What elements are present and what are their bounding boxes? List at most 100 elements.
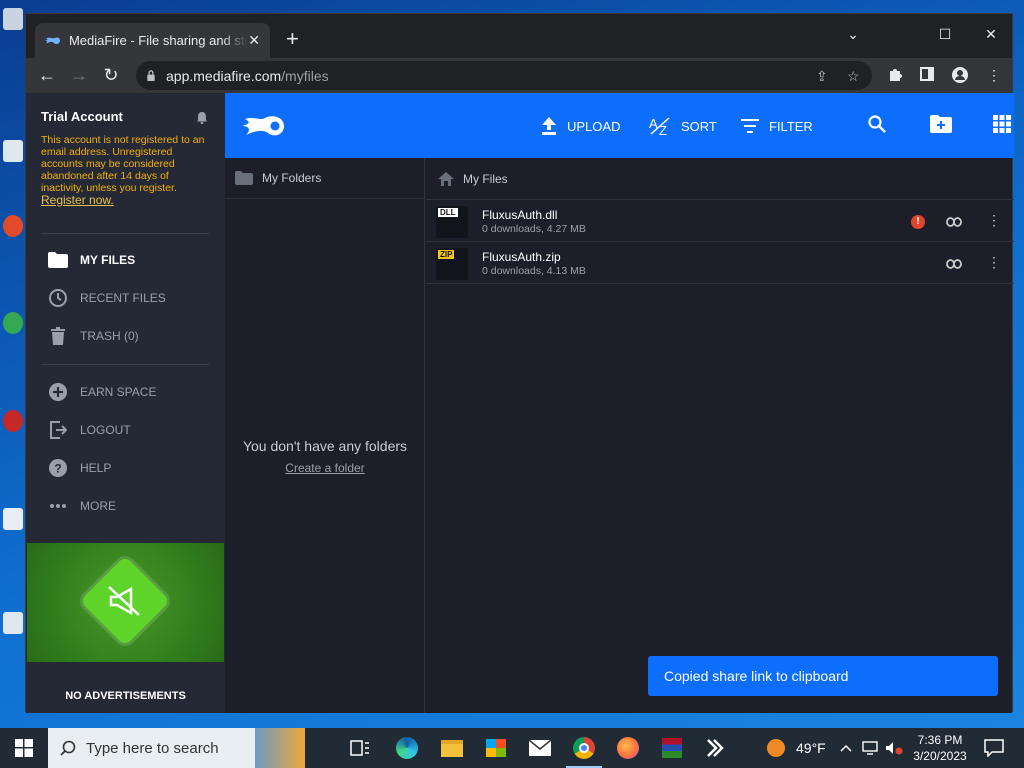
browser-tab[interactable]: MediaFire - File sharing and storage ✕ bbox=[35, 23, 270, 58]
sidebar-item-more[interactable]: MORE bbox=[48, 494, 116, 518]
filter-button[interactable]: FILTER bbox=[741, 116, 813, 136]
sidebar-item-label: RECENT FILES bbox=[80, 291, 166, 305]
no-ads-promo-banner[interactable] bbox=[27, 543, 224, 662]
clock-time: 7:36 PM bbox=[917, 733, 963, 747]
side-panel-icon[interactable] bbox=[920, 67, 934, 84]
profile-icon[interactable] bbox=[952, 67, 968, 86]
desktop-icon-app[interactable] bbox=[2, 215, 24, 255]
mail-icon[interactable] bbox=[528, 736, 552, 760]
sidebar-item-recent-files[interactable]: RECENT FILES bbox=[48, 286, 166, 310]
new-tab-button[interactable]: + bbox=[286, 28, 299, 50]
sidebar-item-label: EARN SPACE bbox=[80, 385, 157, 399]
upload-button[interactable]: UPLOAD bbox=[541, 116, 620, 136]
firefox-icon[interactable] bbox=[616, 736, 640, 760]
no-ads-label: NO ADVERTISEMENTS bbox=[65, 690, 186, 702]
tab-close-icon[interactable]: ✕ bbox=[248, 32, 260, 49]
weather-temperature[interactable]: 49°F bbox=[796, 740, 826, 756]
divider bbox=[41, 364, 209, 365]
file-name[interactable]: FluxusAuth.zip bbox=[482, 250, 561, 264]
desktop-icon-recycle-bin[interactable] bbox=[2, 8, 24, 48]
app-icon[interactable] bbox=[703, 736, 727, 760]
grid-view-icon[interactable] bbox=[993, 115, 1011, 138]
edge-icon[interactable] bbox=[395, 736, 419, 760]
file-meta: 0 downloads, 4.27 MB bbox=[482, 223, 586, 235]
sidebar-item-logout[interactable]: LOGOUT bbox=[48, 418, 131, 442]
alert-icon[interactable]: ! bbox=[911, 215, 925, 229]
browser-window: MediaFire - File sharing and storage ✕ +… bbox=[25, 13, 1014, 713]
file-more-icon[interactable]: ⋮ bbox=[987, 255, 1001, 269]
sidebar-item-label: TRASH (0) bbox=[80, 329, 139, 343]
store-icon[interactable] bbox=[484, 736, 508, 760]
megaphone-icon bbox=[108, 586, 140, 616]
sidebar: Trial Account This account is not regist… bbox=[26, 93, 225, 713]
sort-button[interactable]: AZ SORT bbox=[649, 116, 717, 136]
share-link-icon[interactable] bbox=[946, 214, 962, 232]
close-window-button[interactable]: ✕ bbox=[968, 20, 1014, 48]
new-folder-icon[interactable] bbox=[930, 115, 952, 138]
restore-button[interactable]: ☐ bbox=[922, 20, 968, 48]
file-more-icon[interactable]: ⋮ bbox=[987, 213, 1001, 227]
share-link-icon[interactable] bbox=[946, 256, 962, 274]
sidebar-item-earn-space[interactable]: EARN SPACE bbox=[48, 380, 156, 404]
files-panel: My Files DLL FluxusAuth.dll 0 downloads,… bbox=[426, 158, 1014, 713]
forward-button[interactable]: → bbox=[63, 65, 95, 86]
upload-icon bbox=[541, 117, 557, 135]
plus-circle-icon bbox=[48, 382, 68, 402]
weather-icon[interactable] bbox=[764, 736, 788, 760]
account-title: Trial Account bbox=[41, 109, 123, 124]
file-row[interactable]: ZIP FluxusAuth.zip 0 downloads, 4.13 MB … bbox=[426, 242, 1014, 284]
lock-icon bbox=[147, 70, 155, 81]
folder-icon bbox=[48, 250, 68, 270]
volume-muted-icon[interactable] bbox=[884, 736, 904, 760]
reload-button[interactable]: ↻ bbox=[95, 65, 127, 86]
file-type-tag: DLL bbox=[438, 208, 458, 217]
chrome-menu-icon[interactable]: ⋮ bbox=[987, 67, 1001, 84]
chrome-icon[interactable] bbox=[566, 736, 602, 768]
folders-panel: My Folders You don't have any folders Cr… bbox=[225, 158, 425, 713]
sidebar-item-my-files[interactable]: MY FILES bbox=[48, 248, 135, 272]
sidebar-item-label: HELP bbox=[80, 461, 112, 475]
desktop-icon-app[interactable] bbox=[2, 410, 24, 450]
clock-date: 3/20/2023 bbox=[913, 749, 967, 763]
task-view-icon[interactable] bbox=[348, 736, 372, 760]
more-icon bbox=[48, 496, 68, 516]
home-icon[interactable] bbox=[438, 171, 454, 186]
search-highlight-image bbox=[255, 728, 305, 768]
desktop-icon-app[interactable] bbox=[2, 612, 24, 652]
register-link[interactable]: Register now. bbox=[41, 193, 114, 207]
winrar-icon[interactable] bbox=[660, 736, 684, 760]
file-type-tag: ZIP bbox=[438, 250, 455, 259]
sidebar-item-help[interactable]: ? HELP bbox=[48, 456, 111, 480]
desktop-icon-app[interactable] bbox=[2, 140, 24, 180]
file-explorer-icon[interactable] bbox=[440, 736, 464, 760]
desktop-icon-notepad[interactable] bbox=[2, 508, 24, 548]
network-icon[interactable] bbox=[861, 736, 879, 760]
unregistered-warning: This account is not registered to an ema… bbox=[41, 134, 206, 207]
taskbar-search-box[interactable]: Type here to search bbox=[48, 728, 305, 768]
search-icon[interactable] bbox=[868, 115, 886, 138]
url-path: /myfiles bbox=[281, 67, 329, 84]
tab-search-icon[interactable]: ⌄ bbox=[830, 20, 876, 48]
sidebar-item-trash[interactable]: TRASH (0) bbox=[48, 324, 139, 348]
bookmark-star-icon[interactable]: ☆ bbox=[847, 68, 860, 85]
file-row[interactable]: DLL FluxusAuth.dll 0 downloads, 4.27 MB … bbox=[426, 200, 1014, 242]
notifications-icon[interactable] bbox=[982, 736, 1006, 760]
desktop-icon-chrome[interactable] bbox=[2, 312, 24, 352]
back-button[interactable]: ← bbox=[31, 65, 63, 86]
bell-icon[interactable] bbox=[196, 111, 208, 127]
create-folder-link[interactable]: Create a folder bbox=[225, 461, 425, 475]
file-name[interactable]: FluxusAuth.dll bbox=[482, 208, 557, 222]
mediafire-favicon-icon bbox=[45, 36, 61, 44]
divider bbox=[41, 233, 209, 234]
clock[interactable]: 7:36 PM 3/20/2023 bbox=[912, 732, 968, 764]
chevron-up-icon[interactable] bbox=[838, 736, 854, 760]
folders-header: My Folders bbox=[225, 158, 424, 199]
extensions-icon[interactable] bbox=[888, 67, 902, 84]
windows-start-icon[interactable] bbox=[12, 736, 36, 760]
title-bar: MediaFire - File sharing and storage ✕ +… bbox=[26, 14, 1012, 58]
mediafire-logo-icon[interactable] bbox=[242, 113, 288, 139]
toast-notification: Copied share link to clipboard bbox=[648, 656, 998, 696]
filter-label: FILTER bbox=[769, 118, 813, 134]
share-icon[interactable]: ⇪ bbox=[816, 68, 828, 85]
address-bar[interactable]: app.mediafire.com/myfiles ⇪ ☆ bbox=[136, 61, 872, 90]
